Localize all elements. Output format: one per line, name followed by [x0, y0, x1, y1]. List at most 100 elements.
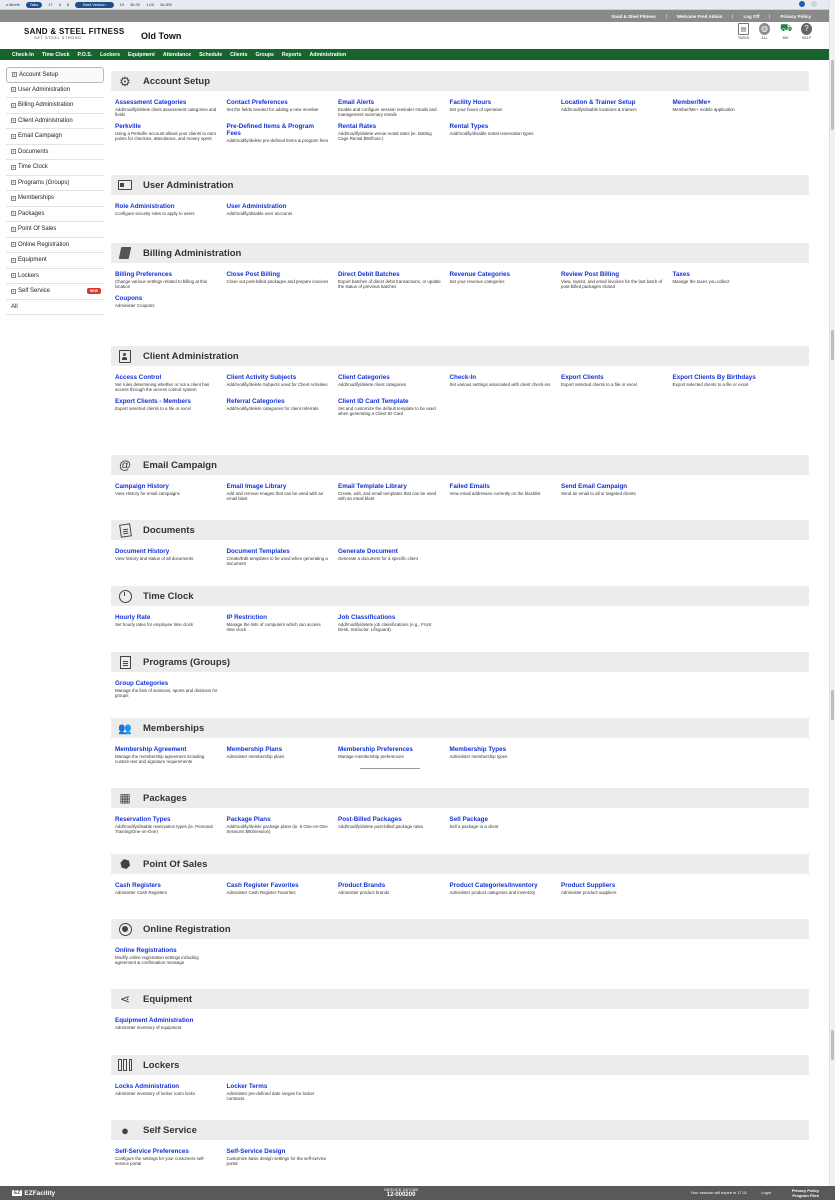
admin-link[interactable]: Billing Preferences [115, 271, 219, 278]
footer-policy[interactable]: Privacy Policy Program Files [792, 1188, 819, 1198]
admin-link[interactable]: Email Alerts [338, 99, 442, 106]
admin-link[interactable]: IP Restriction [227, 614, 331, 621]
admin-link[interactable]: Package Plans [227, 816, 331, 823]
sidebar-item-billing-administration[interactable]: + Billing Administration [6, 98, 104, 114]
admin-link[interactable]: Generate Document [338, 548, 442, 555]
sidebar-item-programs[interactable]: + Programs (Groups) [6, 176, 104, 191]
admin-link[interactable]: Perkville [115, 123, 219, 130]
admin-link[interactable]: Email Template Library [338, 483, 442, 490]
admin-link[interactable]: Export Clients [561, 374, 665, 381]
nav-schedule[interactable]: Schedule [199, 52, 222, 58]
admin-link[interactable]: Locker Terms [227, 1083, 331, 1090]
nav-pos[interactable]: P.O.S. [78, 52, 93, 58]
brand-logo[interactable]: SAND & STEEL FITNESS GET STEEL STRONG [24, 27, 125, 40]
admin-link[interactable]: Taxes [673, 271, 777, 278]
nav-lockers[interactable]: Lockers [100, 52, 120, 58]
admin-link[interactable]: Pre-Defined Items & Program Fees [227, 123, 331, 137]
admin-link[interactable]: Rental Rates [338, 123, 442, 130]
admin-link[interactable]: Sell Package [450, 816, 554, 823]
sidebar-item-documents[interactable]: + Documents [6, 145, 104, 160]
util-logoff-link[interactable]: Log Off [732, 13, 769, 19]
admin-link[interactable]: Direct Debit Batches [338, 271, 442, 278]
nav-groups[interactable]: Groups [255, 52, 273, 58]
program-files-link[interactable]: Program Files [792, 1193, 819, 1198]
util-facility-link[interactable]: Sand & Steel Fitness [601, 14, 666, 19]
admin-link[interactable]: Rental Types [450, 123, 554, 130]
util-welcome-link[interactable]: Welcome Fred Admin [665, 13, 733, 19]
admin-link[interactable]: Product Brands [338, 882, 442, 889]
nav-equipment[interactable]: Equipment [128, 52, 155, 58]
nav-check-in[interactable]: Check-In [12, 52, 34, 58]
admin-link[interactable]: Export Clients By Birthdays [673, 374, 777, 381]
nav-attendance[interactable]: Attendance [163, 52, 191, 58]
sidebar-item-packages[interactable]: + Packages [6, 207, 104, 222]
status-dot-icon[interactable] [799, 1, 805, 7]
sidebar-item-user-administration[interactable]: + User Administration [6, 83, 104, 98]
admin-link[interactable]: Self-Service Design [227, 1148, 331, 1155]
admin-link[interactable]: Online Registrations [115, 947, 219, 954]
admin-link[interactable]: Role Administration [115, 203, 219, 210]
admin-link[interactable]: Review Post Billing [561, 271, 665, 278]
admin-link[interactable]: Assessment Categories [115, 99, 219, 106]
admin-link[interactable]: Revenue Categories [450, 271, 554, 278]
admin-link[interactable]: Job Classifications [338, 614, 442, 621]
admin-link[interactable]: Cash Registers [115, 882, 219, 889]
nav-administration[interactable]: Administration [310, 52, 347, 58]
admin-link[interactable]: Check-In [450, 374, 554, 381]
admin-link[interactable]: Membership Agreement [115, 746, 219, 753]
admin-link[interactable]: Email Image Library [227, 483, 331, 490]
admin-link[interactable]: Membership Types [450, 746, 554, 753]
sidebar-item-online-registration[interactable]: + Online Registration [6, 238, 104, 253]
nav-clients[interactable]: Clients [230, 52, 247, 58]
admin-link[interactable]: Equipment Administration [115, 1017, 219, 1024]
admin-link[interactable]: Member/Me+ [673, 99, 777, 106]
sidebar-item-email-campaign[interactable]: + Email Campaign [6, 129, 104, 145]
nav-reports[interactable]: Reports [282, 52, 302, 58]
admin-link[interactable]: Post-Billed Packages [338, 816, 442, 823]
sidebar-item-equipment[interactable]: + Equipment [6, 253, 104, 269]
admin-link[interactable]: Client Categories [338, 374, 442, 381]
bid-button[interactable]: ⛟ BID [775, 23, 796, 40]
all-button[interactable]: ◍ ALL [754, 23, 775, 40]
admin-link[interactable]: Client ID Card Template [338, 398, 442, 405]
admin-link[interactable]: Product Categories/Inventory [450, 882, 554, 889]
page-scrollbar[interactable] [829, 0, 835, 1186]
nav-time-clock[interactable]: Time Clock [42, 52, 70, 58]
scrollbar-thumb[interactable] [831, 60, 834, 130]
login-link[interactable]: Login [761, 1190, 771, 1195]
admin-link[interactable]: Campaign History [115, 483, 219, 490]
admin-link[interactable]: Facility Hours [450, 99, 554, 106]
admin-link[interactable]: Membership Plans [227, 746, 331, 753]
admin-link[interactable]: Client Activity Subjects [227, 374, 331, 381]
admin-link[interactable]: Document Templates [227, 548, 331, 555]
sidebar-item-point-of-sales[interactable]: + Point Of Sales [6, 222, 104, 238]
admin-link[interactable]: Cash Register Favorites [227, 882, 331, 889]
admin-link[interactable]: Group Categories [115, 680, 219, 687]
tasks-button[interactable]: ▤ TASKS [733, 23, 754, 40]
admin-link[interactable]: Membership Preferences [338, 746, 442, 753]
admin-link[interactable]: Coupons [115, 295, 219, 302]
sidebar-item-memberships[interactable]: + Memberships [6, 191, 104, 207]
admin-link[interactable]: Locks Administration [115, 1083, 219, 1090]
util-privacy-link[interactable]: Privacy Policy [769, 13, 821, 19]
admin-link[interactable]: Close Post Billing [227, 271, 331, 278]
admin-link[interactable]: Reservation Types [115, 816, 219, 823]
ezfacility-logo[interactable]: EZ EZFacility [12, 1190, 55, 1197]
admin-link[interactable]: Access Control [115, 374, 219, 381]
admin-link[interactable]: Contact Preferences [227, 99, 331, 106]
status-dot-icon[interactable] [811, 1, 817, 7]
admin-link[interactable]: User Administration [227, 203, 331, 210]
tabs-button[interactable]: Tabs [25, 1, 43, 8]
admin-link[interactable]: Product Suppliers [561, 882, 665, 889]
best-version-button[interactable]: Best Version [75, 1, 114, 8]
admin-link[interactable]: Export Clients - Members [115, 398, 219, 405]
admin-link[interactable]: Send Email Campaign [561, 483, 665, 490]
help-button[interactable]: ? HELP [796, 23, 817, 40]
sidebar-item-account-setup[interactable]: + Account Setup [6, 67, 104, 83]
admin-link[interactable]: Self-Service Preferences [115, 1148, 219, 1155]
admin-link[interactable]: Location & Trainer Setup [561, 99, 665, 106]
sidebar-item-all[interactable]: All [6, 300, 104, 315]
admin-link[interactable]: Hourly Rate [115, 614, 219, 621]
sidebar-item-self-service[interactable]: + Self Service NEW [6, 284, 104, 300]
sidebar-item-lockers[interactable]: + Lockers [6, 269, 104, 284]
